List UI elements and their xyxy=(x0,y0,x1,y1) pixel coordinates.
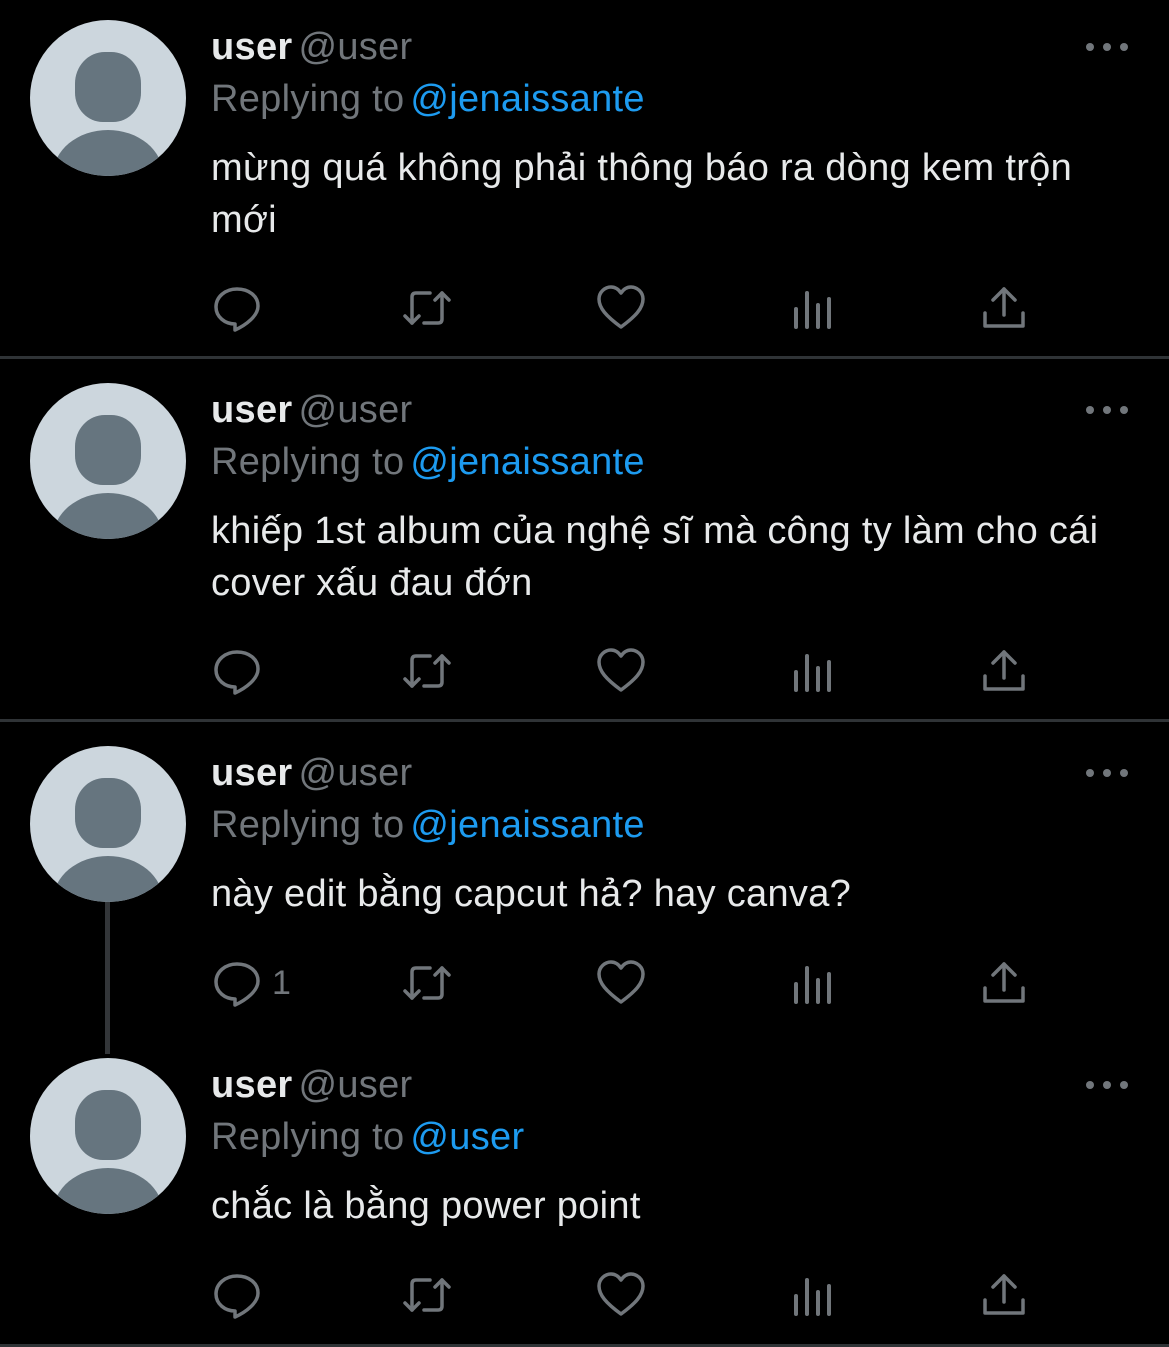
reply-icon xyxy=(214,1274,260,1319)
views-button[interactable] xyxy=(788,958,838,1008)
user-avatar[interactable] xyxy=(30,383,186,539)
retweet-button[interactable] xyxy=(402,283,452,333)
retweet-icon xyxy=(403,1278,451,1312)
display-name[interactable]: user xyxy=(211,26,292,68)
heart-icon xyxy=(597,285,645,329)
user-avatar[interactable] xyxy=(30,20,186,176)
replying-to-line: Replying to @jenaissante xyxy=(211,74,645,124)
like-button[interactable] xyxy=(596,283,646,333)
replying-to-label: Replying to xyxy=(211,78,405,120)
retweet-button[interactable] xyxy=(402,958,452,1008)
heart-icon xyxy=(597,1272,645,1316)
avatar-body-shape xyxy=(53,856,163,902)
share-button[interactable] xyxy=(979,283,1029,333)
reply-count: 1 xyxy=(272,963,291,1002)
user-avatar[interactable] xyxy=(30,746,186,902)
views-icon xyxy=(794,654,831,692)
retweet-icon xyxy=(403,654,451,688)
views-icon xyxy=(794,1278,831,1316)
user-handle[interactable]: @user xyxy=(298,1064,412,1106)
more-icon[interactable] xyxy=(1086,403,1128,417)
share-icon xyxy=(983,1274,1025,1315)
share-button[interactable] xyxy=(979,958,1029,1008)
display-name[interactable]: user xyxy=(211,752,292,794)
retweet-icon xyxy=(403,966,451,1000)
like-button[interactable] xyxy=(596,958,646,1008)
reply-mention-link[interactable]: @user xyxy=(410,1116,524,1158)
avatar-body-shape xyxy=(53,1168,163,1214)
more-icon[interactable] xyxy=(1086,40,1128,54)
replying-to-line: Replying to @jenaissante xyxy=(211,437,645,487)
tweet-header: user @user xyxy=(211,22,412,72)
heart-icon xyxy=(597,648,645,692)
user-handle[interactable]: @user xyxy=(298,389,412,431)
retweet-button[interactable] xyxy=(402,1270,452,1320)
reply-mention-link[interactable]: @jenaissante xyxy=(410,78,644,120)
views-icon xyxy=(794,291,831,329)
replying-to-line: Replying to @user xyxy=(211,1112,524,1162)
share-button[interactable] xyxy=(979,1270,1029,1320)
reply-icon xyxy=(214,962,260,1007)
avatar-head-shape xyxy=(75,1090,141,1160)
share-icon xyxy=(983,287,1025,328)
reply-button[interactable] xyxy=(212,646,272,696)
tweet-text: mừng quá không phải thông báo ra dòng ke… xyxy=(211,147,1073,241)
retweet-button[interactable] xyxy=(402,646,452,696)
display-name[interactable]: user xyxy=(211,1064,292,1106)
display-name[interactable]: user xyxy=(211,389,292,431)
heart-icon xyxy=(597,960,645,1004)
replying-to-label: Replying to xyxy=(211,804,405,846)
avatar-head-shape xyxy=(75,778,141,848)
share-icon xyxy=(983,962,1025,1003)
reply-icon xyxy=(214,287,260,332)
reply-button[interactable] xyxy=(212,283,272,333)
avatar-body-shape xyxy=(53,493,163,539)
more-icon[interactable] xyxy=(1086,1078,1128,1092)
retweet-icon xyxy=(403,291,451,325)
like-button[interactable] xyxy=(596,1270,646,1320)
reply-button[interactable]: 1 xyxy=(212,958,291,1008)
reply-mention-link[interactable]: @jenaissante xyxy=(410,441,644,483)
more-icon[interactable] xyxy=(1086,766,1128,780)
user-avatar[interactable] xyxy=(30,1058,186,1214)
views-button[interactable] xyxy=(788,646,838,696)
replying-to-line: Replying to @jenaissante xyxy=(211,800,645,850)
tweet-header: user @user xyxy=(211,748,412,798)
user-handle[interactable]: @user xyxy=(298,752,412,794)
avatar-head-shape xyxy=(75,415,141,485)
tweet-2[interactable]: user @user Replying to @jenaissante khiếp … xyxy=(0,359,1169,719)
user-handle[interactable]: @user xyxy=(298,26,412,68)
reply-button[interactable] xyxy=(212,1270,272,1320)
views-icon xyxy=(794,966,831,1004)
tweet-text: chắc là bằng power point xyxy=(211,1185,641,1227)
tweet-3[interactable]: user @user Replying to @jenaissante này ed… xyxy=(0,722,1169,1052)
tweet-1[interactable]: user @user Replying to @jenaissante mừng q… xyxy=(0,0,1169,356)
reply-mention-link[interactable]: @jenaissante xyxy=(410,804,644,846)
reply-icon xyxy=(214,650,260,695)
tweet-text: này edit bằng capcut hả? hay canva? xyxy=(211,873,852,915)
views-button[interactable] xyxy=(788,1270,838,1320)
views-button[interactable] xyxy=(788,283,838,333)
replying-to-label: Replying to xyxy=(211,1116,405,1158)
share-button[interactable] xyxy=(979,646,1029,696)
tweet-text: khiếp 1st album của nghệ sĩ mà công ty l… xyxy=(211,510,1099,604)
tweet-header: user @user xyxy=(211,385,412,435)
avatar-body-shape xyxy=(53,130,163,176)
replying-to-label: Replying to xyxy=(211,441,405,483)
tweet-header: user @user xyxy=(211,1060,412,1110)
avatar-head-shape xyxy=(75,52,141,122)
share-icon xyxy=(983,650,1025,691)
like-button[interactable] xyxy=(596,646,646,696)
tweet-4[interactable]: user @user Replying to @user chắc là bằng … xyxy=(0,1034,1169,1344)
